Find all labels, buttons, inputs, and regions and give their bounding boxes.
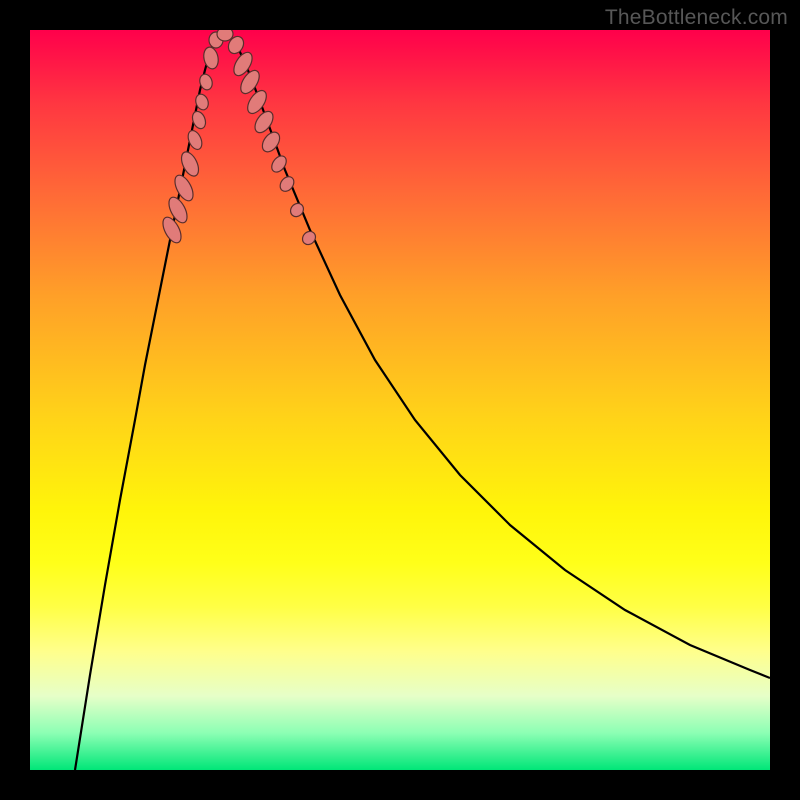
data-marker xyxy=(178,149,202,179)
data-marker xyxy=(259,129,283,155)
data-markers xyxy=(159,30,318,247)
bottleneck-curve xyxy=(75,33,770,770)
bottleneck-chart xyxy=(30,30,770,770)
data-marker xyxy=(202,46,220,70)
data-marker xyxy=(217,30,233,41)
watermark-text: TheBottleneck.com xyxy=(605,6,788,30)
data-marker xyxy=(300,229,318,247)
